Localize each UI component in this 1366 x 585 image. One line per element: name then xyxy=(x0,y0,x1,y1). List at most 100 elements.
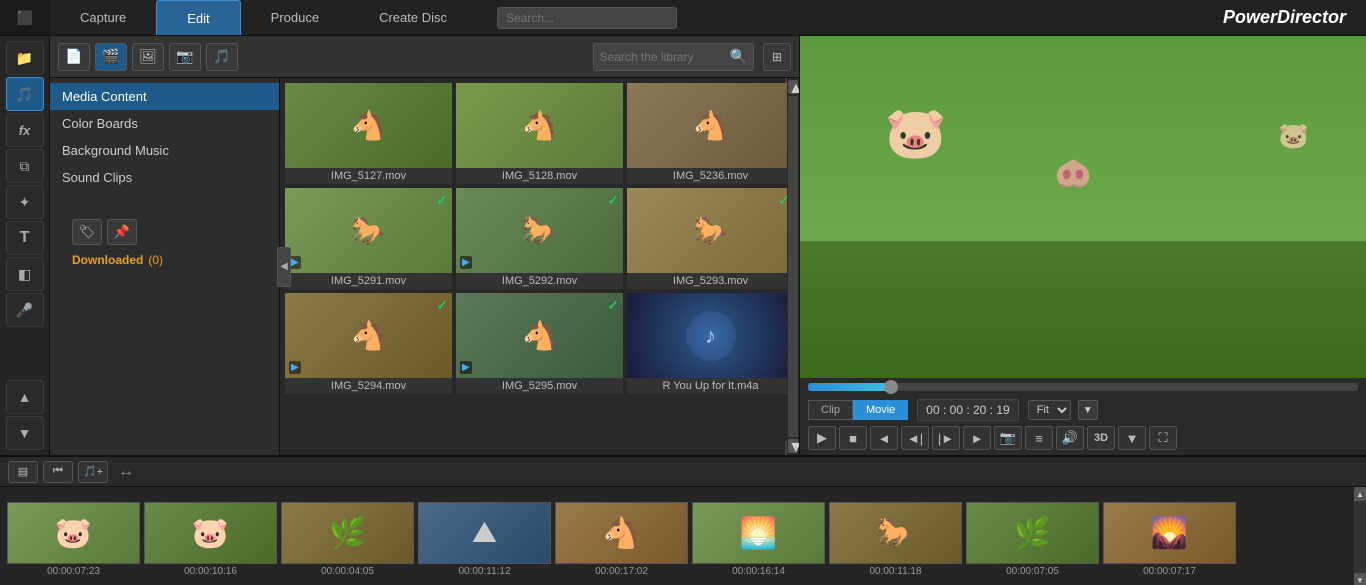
in-use-icon: ▶ xyxy=(289,361,301,374)
media-filename: IMG_5294.mov xyxy=(285,378,452,394)
3d-btn[interactable]: 3D xyxy=(1087,426,1115,450)
fx-btn[interactable]: fx xyxy=(6,113,44,147)
text-btn[interactable]: T xyxy=(6,221,44,255)
sidebar-item-media-content[interactable]: Media Content xyxy=(50,83,279,110)
timeline-prev-btn[interactable]: ⏮ xyxy=(43,461,73,483)
library-search-input[interactable] xyxy=(600,50,730,64)
media-filename: IMG_5292.mov xyxy=(456,273,623,289)
movie-tab[interactable]: Movie xyxy=(853,400,908,420)
up-btn[interactable]: ▲ xyxy=(6,380,44,414)
library-search-box[interactable]: 🔍 xyxy=(593,43,754,71)
media-filename: IMG_5128.mov xyxy=(456,168,623,184)
list-item[interactable]: 🐴 IMG_5236.mov xyxy=(627,83,794,184)
sidebar-icon-tag[interactable]: 🏷 xyxy=(72,219,102,245)
list-item[interactable]: 🐎 ✓ IMG_5293.mov xyxy=(627,188,794,289)
tl-scroll-track xyxy=(1354,501,1366,573)
preview-video: 🐷 🐽 🐷 xyxy=(800,36,1366,378)
clip-time: 00:00:10:16 xyxy=(144,564,277,577)
media-btn[interactable]: 📁 xyxy=(6,41,44,75)
progress-bar-container[interactable] xyxy=(808,383,1358,391)
timeline-clip[interactable]: 🌿 00:00:04:05 xyxy=(281,502,414,577)
top-tabs: Capture Edit Produce Create Disc xyxy=(50,0,477,35)
add-audio-btn[interactable]: 🎵+ xyxy=(78,461,108,483)
subtitle-btn[interactable]: ≡ xyxy=(1025,426,1053,450)
fit-select[interactable]: Fit xyxy=(1028,400,1071,420)
clip-thumbnail: 🌿 xyxy=(966,502,1099,564)
scrollbar-down[interactable]: ▼ xyxy=(788,439,798,453)
video-filter-btn[interactable]: 🎬 xyxy=(95,43,127,71)
library-panel: 📄 🎬 🖼 📷 🎵 🔍 ⊞ Media Content Color Boards… xyxy=(50,36,800,455)
photo-filter-btn[interactable]: 📷 xyxy=(169,43,201,71)
timeline-clip[interactable]: 🐴 00:00:17:02 xyxy=(555,502,688,577)
snapshot-btn[interactable]: 📷 xyxy=(994,426,1022,450)
clip-thumbnail: 🌅 xyxy=(692,502,825,564)
list-item[interactable]: 🐴 ✓ ▶ IMG_5294.mov xyxy=(285,293,452,394)
play-btn[interactable]: ▶ xyxy=(808,426,836,450)
timeline-clip[interactable]: 🌄 00:00:07:17 xyxy=(1103,502,1236,577)
tab-create-disc[interactable]: Create Disc xyxy=(349,0,477,35)
downloaded-count: (0) xyxy=(148,253,163,267)
3d-dropdown-btn[interactable]: ▼ xyxy=(1118,426,1146,450)
downloaded-section: Downloaded (0) xyxy=(60,253,269,267)
timeline-clip[interactable]: 🌅 00:00:16:14 xyxy=(692,502,825,577)
timeline-clip[interactable]: 🐷 00:00:10:16 xyxy=(144,502,277,577)
timeline-view-btn[interactable]: ▤ xyxy=(8,461,38,483)
sidebar-item-background-music[interactable]: Background Music xyxy=(50,137,279,164)
sidebar-section-downloaded: 🏷 📌 Downloaded (0) xyxy=(50,206,279,272)
check-icon: ✓ xyxy=(436,297,448,314)
effects-btn[interactable]: ✦ xyxy=(6,185,44,219)
tl-scroll-up[interactable]: ▲ xyxy=(1354,487,1366,501)
forward-btn[interactable]: ► xyxy=(963,426,991,450)
audio-btn[interactable]: 🎤 xyxy=(6,293,44,327)
audio-filter-btn[interactable]: 🎵 xyxy=(206,43,238,71)
timeline-clip[interactable]: 🐎 00:00:11:18 xyxy=(829,502,962,577)
in-use-icon: ▶ xyxy=(460,361,472,374)
transition-btn[interactable]: ⧉ xyxy=(6,149,44,183)
clip-tab[interactable]: Clip xyxy=(808,400,853,420)
preview-controls: Clip Movie 00 : 00 : 20 : 19 Fit ▼ ▶ ■ ◄… xyxy=(800,378,1366,455)
media-filename: R You Up for It.m4a xyxy=(627,378,794,394)
list-item[interactable]: 🐴 IMG_5128.mov xyxy=(456,83,623,184)
media-thumbnail: ♪ xyxy=(627,293,794,378)
all-media-btn[interactable]: 📄 xyxy=(58,43,90,71)
next-frame-btn[interactable]: |► xyxy=(932,426,960,450)
timeline-clip[interactable]: 🐷 00:00:07:23 xyxy=(7,502,140,577)
clip-time: 00:00:04:05 xyxy=(281,564,414,577)
search-icon: 🔍 xyxy=(730,48,747,65)
sidebar-item-color-boards[interactable]: Color Boards xyxy=(50,110,279,137)
sidebar-item-sound-clips[interactable]: Sound Clips xyxy=(50,164,279,191)
list-item[interactable]: 🐎 ✓ ▶ IMG_5291.mov xyxy=(285,188,452,289)
sidebar-collapse-btn[interactable]: ◀ xyxy=(277,247,291,287)
media-filename: IMG_5236.mov xyxy=(627,168,794,184)
scrollbar-up[interactable]: ▲ xyxy=(788,80,798,94)
media-filename: IMG_5291.mov xyxy=(285,273,452,289)
sidebar-icon-pin[interactable]: 📌 xyxy=(107,219,137,245)
media-thumbnail: 🐴 xyxy=(285,83,452,168)
image-filter-btn[interactable]: 🖼 xyxy=(132,43,164,71)
fullscreen-btn[interactable]: ⛶ xyxy=(1149,426,1177,450)
timeline-clip[interactable]: ⛰ 00:00:11:12 xyxy=(418,502,551,577)
library-btn[interactable]: 🎵 xyxy=(6,77,44,111)
list-item[interactable]: 🐴 ✓ ▶ IMG_5295.mov xyxy=(456,293,623,394)
clip-thumbnail: ⛰ xyxy=(418,502,551,564)
rewind-btn[interactable]: ◄ xyxy=(870,426,898,450)
top-search-input[interactable] xyxy=(497,7,677,29)
list-item[interactable]: 🐴 IMG_5127.mov xyxy=(285,83,452,184)
stop-btn[interactable]: ■ xyxy=(839,426,867,450)
down-btn[interactable]: ▼ xyxy=(6,416,44,450)
tab-edit[interactable]: Edit xyxy=(156,0,240,35)
progress-thumb[interactable] xyxy=(884,380,898,394)
tab-produce[interactable]: Produce xyxy=(241,0,349,35)
timeline-clip[interactable]: 🌿 00:00:07:05 xyxy=(966,502,1099,577)
tab-capture[interactable]: Capture xyxy=(50,0,156,35)
volume-btn[interactable]: 🔊 xyxy=(1056,426,1084,450)
media-filename: IMG_5127.mov xyxy=(285,168,452,184)
list-item[interactable]: 🐎 ✓ ▶ IMG_5292.mov xyxy=(456,188,623,289)
list-item[interactable]: ♪ R You Up for It.m4a xyxy=(627,293,794,394)
scrollbar-track xyxy=(788,96,798,437)
prev-frame-btn[interactable]: ◄| xyxy=(901,426,929,450)
tl-scroll-down[interactable]: ▼ xyxy=(1354,573,1366,585)
grid-view-btn[interactable]: ⊞ xyxy=(763,43,791,71)
chroma-btn[interactable]: ◧ xyxy=(6,257,44,291)
fit-dropdown-btn[interactable]: ▼ xyxy=(1078,400,1098,420)
